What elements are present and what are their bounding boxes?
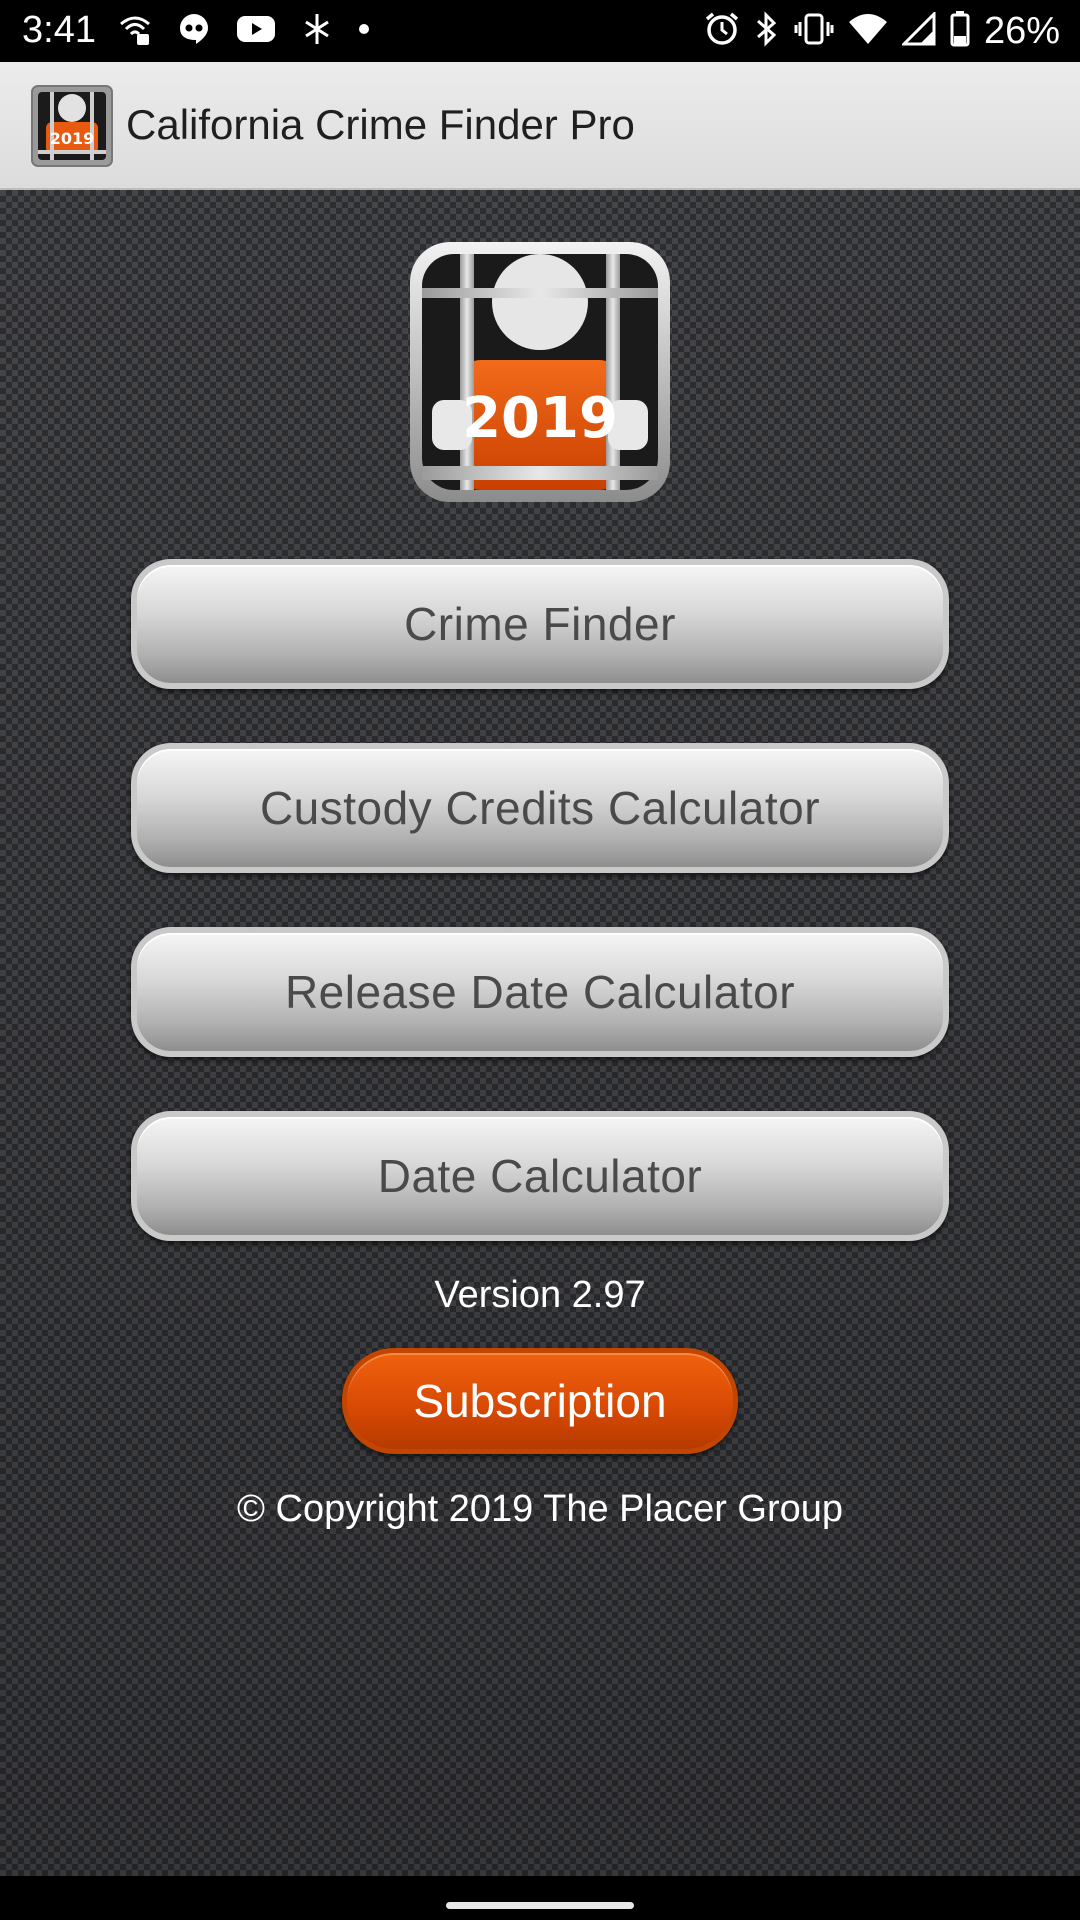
battery-icon xyxy=(950,10,970,52)
subscription-button[interactable]: Subscription xyxy=(342,1348,738,1454)
date-calculator-button[interactable]: Date Calculator xyxy=(131,1111,949,1241)
release-date-calculator-button[interactable]: Release Date Calculator xyxy=(131,927,949,1057)
cell-signal-icon xyxy=(900,9,936,51)
svg-text:2019: 2019 xyxy=(50,129,95,148)
notification-icons xyxy=(118,10,370,52)
battery-percent: 26% xyxy=(983,10,1060,52)
youtube-icon xyxy=(236,14,276,49)
wifi-call-icon xyxy=(118,12,152,51)
home-gesture-handle[interactable] xyxy=(446,1902,634,1909)
main-content: 2019 Crime Finder Custody Credits Calcul… xyxy=(0,190,1080,1876)
wifi-icon xyxy=(848,12,888,51)
version-label: Version 2.97 xyxy=(434,1274,646,1316)
app-bar: 2019 California Crime Finder Pro xyxy=(0,62,1080,190)
hangouts-icon xyxy=(178,12,210,51)
svg-text:2019: 2019 xyxy=(462,386,618,451)
vibrate-icon xyxy=(794,12,834,51)
status-bar: 3:41 26% xyxy=(0,0,1080,62)
app-title: California Crime Finder Pro xyxy=(126,101,635,148)
system-icons: 26% xyxy=(704,9,1060,52)
crime-finder-button[interactable]: Crime Finder xyxy=(131,559,949,689)
bluetooth-icon xyxy=(754,10,780,52)
sparkle-icon xyxy=(302,12,332,51)
prisoner-2019-icon: 2019 xyxy=(30,84,114,168)
alarm-icon xyxy=(704,11,740,52)
custody-credits-calculator-button[interactable]: Custody Credits Calculator xyxy=(131,743,949,873)
dot-icon xyxy=(358,22,370,40)
copyright-text: © Copyright 2019 The Placer Group xyxy=(236,1488,844,1530)
status-time: 3:41 xyxy=(22,9,96,51)
navigation-bar xyxy=(0,1876,1080,1920)
app-logo: 2019 xyxy=(408,240,672,504)
